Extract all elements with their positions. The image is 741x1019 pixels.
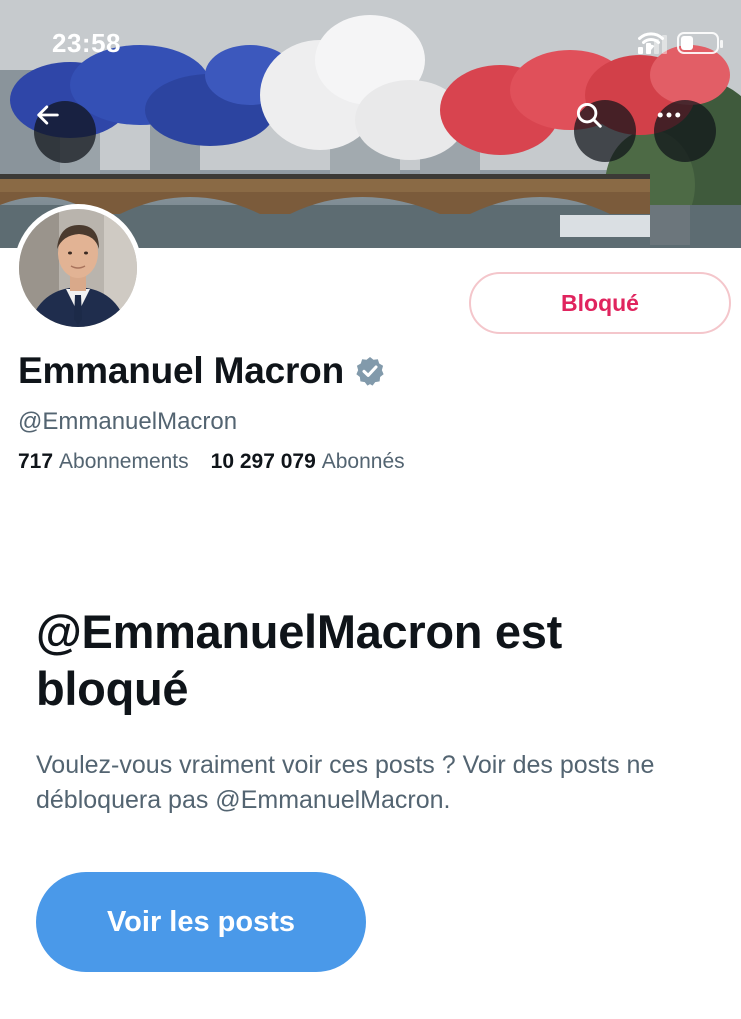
- blocked-notice-description: Voulez-vous vraiment voir ces posts ? Vo…: [36, 751, 655, 814]
- following-label: Abonnements: [59, 450, 189, 473]
- status-icons: [638, 32, 723, 54]
- more-button[interactable]: [654, 100, 716, 162]
- following-count: 717: [18, 450, 54, 473]
- followers-stat[interactable]: 10 297 079 Abonnés: [211, 450, 405, 474]
- status-time: 23:58: [52, 28, 121, 58]
- blocked-button[interactable]: Bloqué: [469, 272, 731, 334]
- battery-icon: [677, 32, 723, 54]
- profile-banner[interactable]: 23:58: [0, 0, 741, 248]
- back-button[interactable]: [34, 101, 96, 163]
- profile-name: Emmanuel Macron: [18, 350, 344, 391]
- search-button[interactable]: [574, 100, 636, 162]
- profile-stats: 717 Abonnements 10 297 079 Abonnés: [18, 450, 405, 474]
- following-stat[interactable]: 717 Abonnements: [18, 450, 189, 474]
- followers-label: Abonnés: [321, 450, 405, 473]
- avatar-photo: [19, 209, 137, 327]
- more-horizontal-icon: [657, 112, 681, 118]
- profile-avatar[interactable]: [14, 204, 142, 332]
- verified-badge-icon: [356, 357, 384, 386]
- profile-handle: @EmmanuelMacron: [18, 408, 238, 435]
- blocked-notice-title: @EmmanuelMacron est bloqué: [36, 605, 562, 716]
- search-icon: [576, 102, 602, 128]
- profile-name-row: Emmanuel Macron: [18, 350, 386, 392]
- wifi-icon: [638, 32, 664, 50]
- arrow-left-icon: [37, 105, 59, 125]
- followers-count: 10 297 079: [210, 450, 316, 473]
- view-posts-button[interactable]: Voir les posts: [36, 872, 366, 972]
